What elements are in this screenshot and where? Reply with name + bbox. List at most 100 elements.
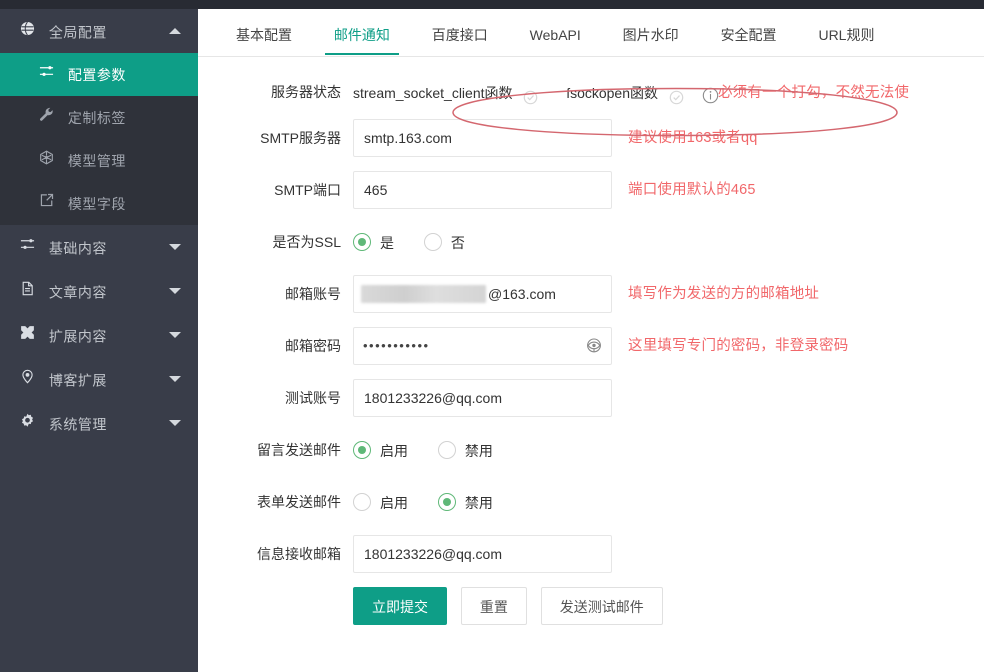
mail-password-masked-value: ••••••••••• bbox=[363, 327, 430, 365]
server-status-option2-label: fsockopen函数 bbox=[566, 78, 658, 108]
form-row-form-send-mail: 表单发送邮件 启用 禁用 bbox=[198, 483, 984, 535]
sidebar-group-basic-content[interactable]: 基础内容 bbox=[0, 225, 198, 269]
tab-basic-config[interactable]: 基本配置 bbox=[217, 9, 311, 55]
radio-label: 启用 bbox=[380, 495, 408, 511]
radio-dot-icon bbox=[438, 441, 456, 459]
sliders-icon bbox=[38, 53, 55, 96]
submit-button[interactable]: 立即提交 bbox=[353, 587, 447, 625]
globe-icon bbox=[18, 9, 36, 53]
test-account-label: 测试账号 bbox=[198, 379, 353, 417]
radio-dot-icon bbox=[424, 233, 442, 251]
tab-label: 安全配置 bbox=[721, 27, 777, 43]
tab-security-config[interactable]: 安全配置 bbox=[702, 9, 796, 55]
redaction-overlay bbox=[361, 285, 486, 303]
eye-icon[interactable] bbox=[585, 337, 603, 355]
note-server-status: 必须有一个打勾，不然无法使 bbox=[718, 78, 909, 108]
form-send-mail-radio-disable[interactable]: 禁用 bbox=[438, 483, 493, 522]
tab-label: 百度接口 bbox=[432, 27, 488, 43]
expand-icon bbox=[18, 313, 36, 357]
note-mail-password: 这里填写专门的密码，非登录密码 bbox=[628, 327, 849, 365]
mail-password-input-wrap: ••••••••••• bbox=[353, 327, 612, 365]
tab-baidu-api[interactable]: 百度接口 bbox=[413, 9, 507, 55]
smtp-server-input[interactable] bbox=[353, 119, 612, 157]
ssl-label: 是否为SSL bbox=[198, 223, 353, 261]
receive-mail-input[interactable] bbox=[353, 535, 612, 573]
form-row-test-account: 测试账号 bbox=[198, 379, 984, 431]
tab-label: 邮件通知 bbox=[334, 27, 390, 43]
ssl-radio-yes[interactable]: 是 bbox=[353, 223, 394, 262]
wrench-icon bbox=[38, 96, 55, 139]
tab-webapi[interactable]: WebAPI bbox=[511, 9, 600, 55]
tab-image-watermark[interactable]: 图片水印 bbox=[604, 9, 698, 55]
radio-label: 启用 bbox=[380, 443, 408, 459]
receive-mail-label: 信息接收邮箱 bbox=[198, 535, 353, 573]
mail-account-visible-value: @163.com bbox=[488, 275, 556, 313]
tab-label: 图片水印 bbox=[623, 27, 679, 43]
radio-dot-icon bbox=[438, 493, 456, 511]
form-row-receive-mail: 信息接收邮箱 bbox=[198, 535, 984, 587]
send-test-mail-button[interactable]: 发送测试邮件 bbox=[541, 587, 663, 625]
reset-button[interactable]: 重置 bbox=[461, 587, 527, 625]
sliders-icon bbox=[18, 225, 36, 269]
radio-dot-icon bbox=[353, 493, 371, 511]
form-row-server-status: 服务器状态 stream_socket_client函数 fsockopen函数… bbox=[198, 71, 984, 119]
smtp-port-input[interactable] bbox=[353, 171, 612, 209]
tab-url-rules[interactable]: URL规则 bbox=[799, 9, 893, 55]
chevron-down-icon bbox=[169, 420, 181, 426]
mail-password-field: ••••••••••• bbox=[353, 327, 612, 365]
location-icon bbox=[18, 357, 36, 401]
smtp-server-label: SMTP服务器 bbox=[198, 119, 353, 157]
form-action-buttons: 立即提交 重置 发送测试邮件 bbox=[353, 587, 673, 625]
sidebar-group-label: 基础内容 bbox=[49, 240, 107, 256]
sidebar-item-model-management[interactable]: 模型管理 bbox=[0, 139, 198, 182]
ssl-radio-yes-label: 是 bbox=[380, 235, 394, 251]
sidebar-group-system-management[interactable]: 系统管理 bbox=[0, 401, 198, 445]
server-status-label: 服务器状态 bbox=[198, 77, 353, 107]
form-row-mail-account: 邮箱账号 @163.com 填写作为发送的方的邮箱地址 bbox=[198, 275, 984, 327]
sidebar-group-global-config[interactable]: 全局配置 bbox=[0, 9, 198, 53]
chevron-down-icon bbox=[169, 332, 181, 338]
sidebar-item-config-params[interactable]: 配置参数 bbox=[0, 53, 198, 96]
sidebar-item-label: 配置参数 bbox=[68, 67, 126, 83]
form-row-mail-password: 邮箱密码 ••••••••••• 这里填写专门的密码，非登录密码 bbox=[198, 327, 984, 379]
check-circle-icon[interactable] bbox=[523, 85, 538, 100]
server-status-option1-label: stream_socket_client函数 bbox=[353, 78, 513, 108]
info-circle-icon[interactable] bbox=[702, 84, 719, 101]
sidebar-item-label: 定制标签 bbox=[68, 110, 126, 126]
form-row-smtp-server: SMTP服务器 建议使用163或者qq bbox=[198, 119, 984, 171]
radio-label: 禁用 bbox=[465, 443, 493, 459]
ssl-radio-group: 是 否 bbox=[353, 223, 491, 261]
sidebar-group-label: 文章内容 bbox=[49, 284, 107, 300]
message-send-mail-label: 留言发送邮件 bbox=[198, 431, 353, 469]
sidebar-group-label: 系统管理 bbox=[49, 416, 107, 432]
form-send-mail-radio-enable[interactable]: 启用 bbox=[353, 483, 408, 522]
mail-account-field: @163.com bbox=[353, 275, 612, 313]
message-send-mail-radio-disable[interactable]: 禁用 bbox=[438, 431, 493, 470]
message-send-mail-radio-group: 启用 禁用 bbox=[353, 431, 519, 469]
sidebar: 全局配置 配置参数 定制标签 模型管理 模型字段 bbox=[0, 0, 198, 672]
sidebar-item-model-fields[interactable]: 模型字段 bbox=[0, 182, 198, 225]
tab-label: URL规则 bbox=[818, 27, 874, 43]
tab-mail-notification[interactable]: 邮件通知 bbox=[315, 9, 409, 55]
message-send-mail-radio-enable[interactable]: 启用 bbox=[353, 431, 408, 470]
sidebar-group-extended-content[interactable]: 扩展内容 bbox=[0, 313, 198, 357]
sidebar-group-article-content[interactable]: 文章内容 bbox=[0, 269, 198, 313]
sidebar-group-label: 全局配置 bbox=[49, 24, 107, 40]
note-smtp-port: 端口使用默认的465 bbox=[628, 171, 756, 209]
form-row-actions: 立即提交 重置 发送测试邮件 bbox=[198, 587, 984, 639]
smtp-server-field bbox=[353, 119, 612, 157]
test-account-input[interactable] bbox=[353, 379, 612, 417]
document-icon bbox=[18, 269, 36, 313]
radio-dot-icon bbox=[353, 441, 371, 459]
tab-label: WebAPI bbox=[530, 27, 581, 43]
ssl-radio-no[interactable]: 否 bbox=[424, 223, 465, 262]
form-send-mail-field: 启用 禁用 bbox=[353, 483, 519, 521]
sidebar-submenu-global-config: 配置参数 定制标签 模型管理 模型字段 bbox=[0, 53, 198, 225]
sidebar-item-label: 模型字段 bbox=[68, 196, 126, 212]
check-circle-icon[interactable] bbox=[669, 85, 684, 100]
receive-mail-field bbox=[353, 535, 612, 573]
ssl-field: 是 否 bbox=[353, 223, 491, 261]
sidebar-item-custom-tags[interactable]: 定制标签 bbox=[0, 96, 198, 139]
server-status-field: stream_socket_client函数 fsockopen函数 bbox=[353, 77, 719, 107]
sidebar-group-blog-extension[interactable]: 博客扩展 bbox=[0, 357, 198, 401]
